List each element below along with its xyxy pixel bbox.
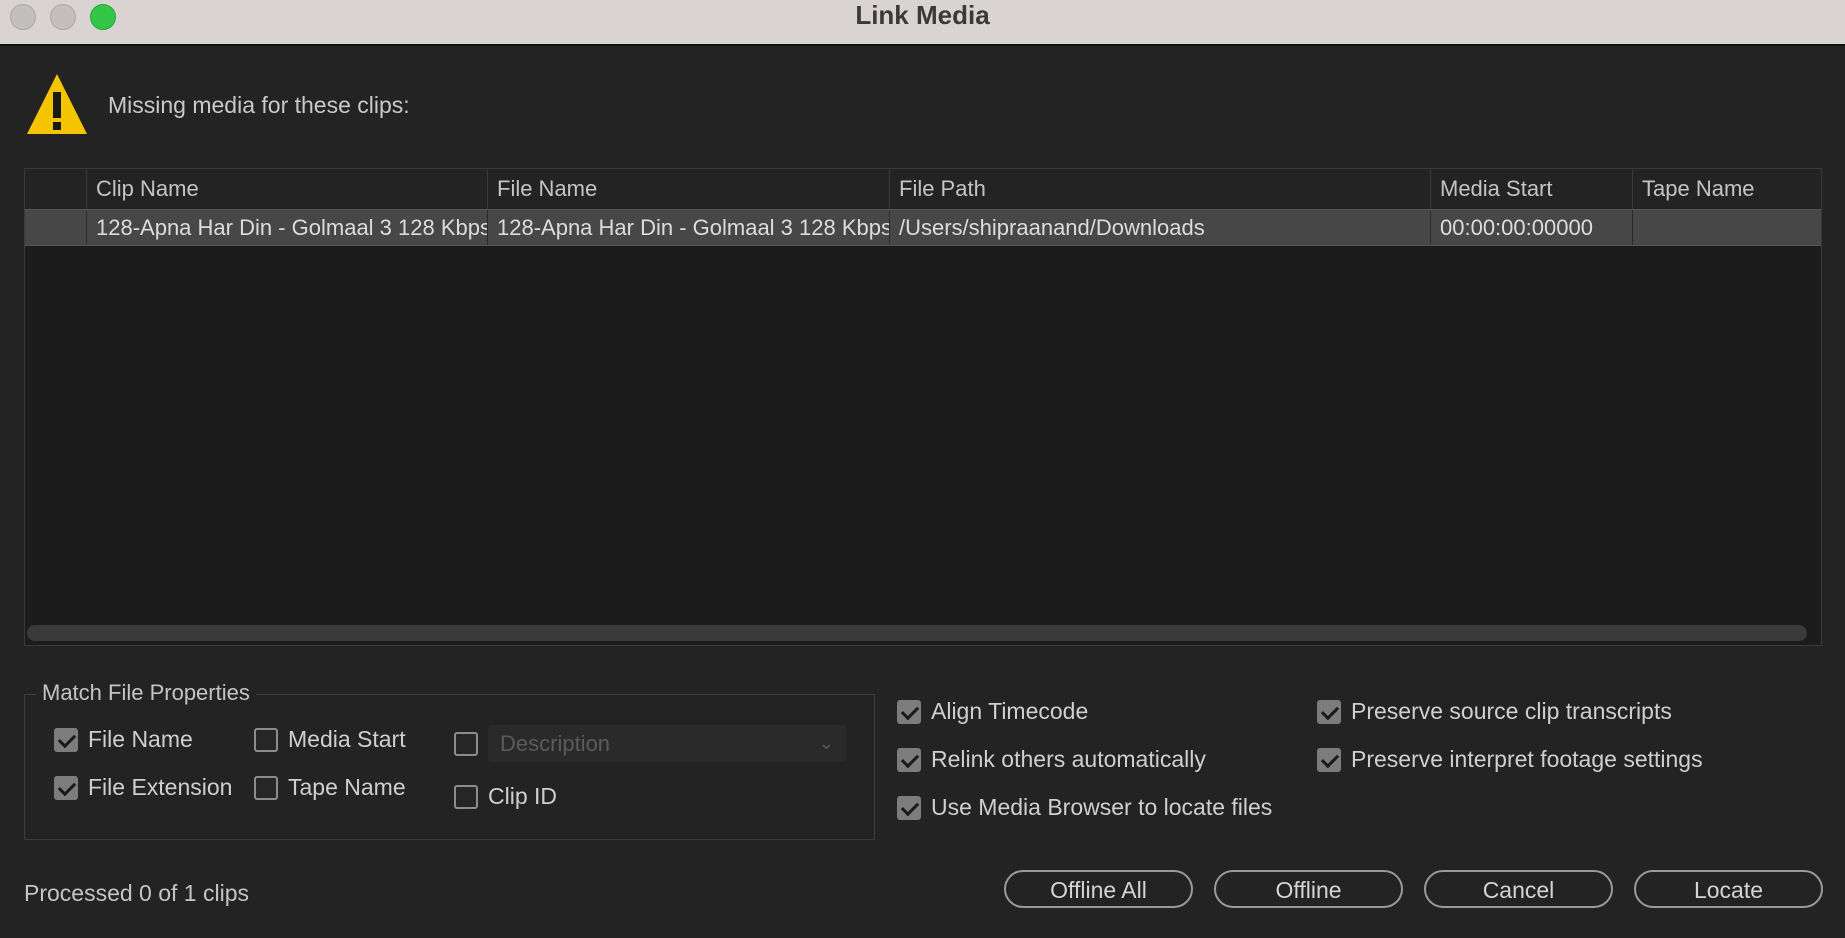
offline-button[interactable]: Offline [1214,870,1403,908]
cell-file-name: 128-Apna Har Din - Golmaal 3 128 Kbps [487,210,889,245]
media-start-checkbox-label: Media Start [288,726,406,752]
missing-media-message: Missing media for these clips: [108,92,410,118]
preserve-interpret-checkbox[interactable]: Preserve interpret footage settings [1317,746,1703,773]
preserve-transcripts-checkbox[interactable]: Preserve source clip transcripts [1317,698,1672,725]
align-timecode-checkbox[interactable]: Align Timecode [897,698,1088,725]
match-file-properties-legend: Match File Properties [36,680,256,706]
use-media-browser-checkbox-box[interactable] [897,795,921,820]
horizontal-scrollbar[interactable] [27,625,1807,641]
file-name-checkbox-box[interactable] [54,727,78,752]
column-header-media-start[interactable]: Media Start [1430,169,1632,209]
tape-name-checkbox-box[interactable] [254,775,278,800]
missing-clips-table: Clip Name File Name File Path Media Star… [24,168,1822,646]
status-text: Processed 0 of 1 clips [24,880,250,906]
file-extension-checkbox[interactable]: File Extension [54,774,232,801]
window-title: Link Media [855,0,990,30]
cell-tape-name [1632,210,1821,245]
file-name-checkbox[interactable]: File Name [54,726,193,753]
relink-others-label: Relink others automatically [931,746,1206,772]
align-timecode-checkbox-box[interactable] [897,699,921,724]
warning-icon [27,74,87,134]
media-start-checkbox[interactable]: Media Start [254,726,406,753]
description-dropdown: Description ⌄ [488,725,846,762]
table-header: Clip Name File Name File Path Media Star… [25,169,1821,209]
column-header-file-name[interactable]: File Name [487,169,889,209]
media-start-checkbox-box[interactable] [254,727,278,752]
align-timecode-label: Align Timecode [931,698,1089,724]
file-extension-checkbox-box[interactable] [54,775,78,800]
cell-media-start: 00:00:00:00000 [1430,210,1632,245]
clip-id-checkbox-label: Clip ID [488,783,558,809]
cell-clip-name: 128-Apna Har Din - Golmaal 3 128 Kbps [86,210,487,245]
preserve-transcripts-label: Preserve source clip transcripts [1351,698,1672,724]
clip-id-checkbox[interactable]: Clip ID [454,783,557,810]
preserve-interpret-label: Preserve interpret footage settings [1351,746,1703,772]
title-bar: Link Media [0,0,1845,46]
chevron-down-icon: ⌄ [818,733,834,753]
preserve-transcripts-checkbox-box[interactable] [1317,699,1341,724]
tape-name-checkbox[interactable]: Tape Name [254,774,406,801]
use-media-browser-label: Use Media Browser to locate files [931,794,1273,820]
cell-file-path: /Users/shipraanand/Downloads [889,210,1430,245]
column-header-file-path[interactable]: File Path [889,169,1430,209]
table-row[interactable]: 128-Apna Har Din - Golmaal 3 128 Kbps 12… [25,209,1821,246]
offline-all-button[interactable]: Offline All [1004,870,1193,908]
clip-id-checkbox-box[interactable] [454,784,478,809]
file-name-checkbox-label: File Name [88,726,193,752]
cancel-button[interactable]: Cancel [1424,870,1613,908]
column-header-clip-name[interactable]: Clip Name [86,169,487,209]
description-checkbox-box[interactable] [454,732,478,756]
relink-others-checkbox[interactable]: Relink others automatically [897,746,1206,773]
match-file-properties-group [24,694,875,840]
column-header-tape-name[interactable]: Tape Name [1632,169,1821,209]
use-media-browser-checkbox[interactable]: Use Media Browser to locate files [897,794,1272,821]
relink-others-checkbox-box[interactable] [897,747,921,772]
description-checkbox[interactable] [454,732,478,756]
tape-name-checkbox-label: Tape Name [288,774,406,800]
description-dropdown-value: Description [500,731,611,756]
locate-button[interactable]: Locate [1634,870,1823,908]
file-extension-checkbox-label: File Extension [88,774,233,800]
preserve-interpret-checkbox-box[interactable] [1317,747,1341,772]
